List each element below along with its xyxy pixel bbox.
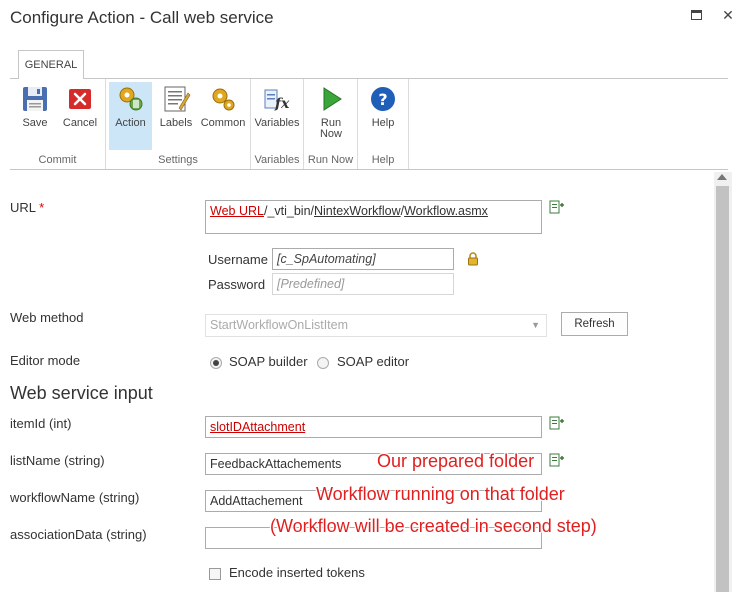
insert-reference-icon[interactable]	[549, 416, 565, 430]
cancel-icon	[65, 84, 95, 114]
ribbon-group-help: ? Help Help	[358, 79, 409, 169]
variables-group-label: Variables	[254, 154, 300, 166]
save-button[interactable]: Save	[16, 82, 54, 150]
item-id-label: itemId (int)	[10, 416, 72, 431]
password-label: Password	[208, 277, 266, 292]
url-field[interactable]: Web URL/_vti_bin/NintexWorkflow/Workflow…	[205, 200, 542, 234]
annotation-workflow-running: Workflow running on that folder	[316, 484, 565, 504]
help-icon: ?	[368, 84, 398, 114]
list-name-label: listName (string)	[10, 453, 105, 468]
help-button-label: Help	[371, 117, 395, 129]
scroll-up-arrow-icon[interactable]	[717, 174, 727, 180]
cancel-button-label: Cancel	[62, 117, 98, 129]
save-icon	[20, 84, 50, 114]
annotation-workflow-created: (Workflow will be created in second step…	[270, 516, 597, 536]
annotation-prepared-folder: Our prepared folder	[377, 451, 535, 471]
commit-group-label: Commit	[38, 154, 77, 166]
encode-tokens-checkbox[interactable]	[209, 568, 221, 580]
workflow-name-label: workflowName (string)	[10, 490, 140, 505]
insert-reference-icon[interactable]	[549, 453, 565, 467]
username-field[interactable]: [c_SpAutomating]	[272, 248, 454, 270]
item-id-field[interactable]: slotIDAttachment	[205, 416, 542, 438]
soap-builder-label: SOAP builder	[229, 354, 308, 369]
variables-button[interactable]: fx Variables	[254, 82, 300, 150]
common-button[interactable]: Common	[199, 82, 247, 150]
close-icon[interactable]: ✕	[721, 8, 732, 22]
soap-editor-label: SOAP editor	[337, 354, 410, 369]
web-method-select[interactable]: StartWorkflowOnListItem ▼	[205, 314, 547, 337]
labels-button-label: Labels	[159, 117, 193, 129]
action-button-label: Action	[115, 117, 146, 129]
item-id-token: slotIDAttachment	[210, 420, 306, 434]
maximize-icon[interactable]	[690, 8, 704, 22]
soap-builder-radio[interactable]	[210, 357, 222, 369]
ribbon: Save Cancel Commit Action Labels Common …	[10, 78, 728, 170]
help-group-label: Help	[371, 154, 395, 166]
url-label: URL *	[10, 200, 45, 215]
action-button[interactable]: Action	[109, 82, 152, 150]
help-button[interactable]: ? Help	[363, 82, 403, 150]
variables-fx-icon: fx	[262, 84, 292, 114]
association-data-label: associationData (string)	[10, 527, 147, 542]
ribbon-group-settings: Action Labels Common Settings	[106, 79, 251, 169]
run-now-label-2: Now	[319, 128, 342, 140]
svg-text:?: ?	[378, 90, 387, 109]
ribbon-group-variables: fx Variables Variables	[251, 79, 304, 169]
editor-mode-label: Editor mode	[10, 353, 81, 368]
labels-button[interactable]: Labels	[156, 82, 196, 150]
url-segment-nintex: NintexWorkflow	[314, 204, 401, 218]
play-icon	[316, 84, 346, 114]
soap-editor-radio[interactable]	[317, 357, 329, 369]
run-now-group-label: Run Now	[307, 154, 354, 166]
action-gear-icon	[116, 84, 146, 114]
lock-icon	[467, 252, 479, 269]
url-segment-asmx: Workflow.asmx	[404, 204, 488, 218]
save-button-label: Save	[22, 117, 48, 129]
variables-button-label: Variables	[254, 117, 300, 129]
chevron-down-icon: ▼	[531, 320, 540, 330]
settings-group-label: Settings	[158, 154, 198, 166]
encode-tokens-label: Encode inserted tokens	[229, 565, 365, 580]
cancel-button[interactable]: Cancel	[60, 82, 100, 150]
common-gear-icon	[208, 84, 238, 114]
ribbon-group-commit: Save Cancel Commit	[10, 79, 106, 169]
labels-icon	[161, 84, 191, 114]
scrollbar-thumb[interactable]	[716, 186, 729, 592]
tab-general[interactable]: GENERAL	[18, 50, 84, 79]
run-now-button[interactable]: Run Now	[311, 82, 351, 150]
ribbon-group-run-now: Run Now Run Now	[304, 79, 358, 169]
web-method-value: StartWorkflowOnListItem	[210, 318, 349, 332]
username-label: Username	[208, 252, 268, 267]
required-marker: *	[39, 200, 45, 215]
url-token-web-url: Web URL	[210, 204, 264, 218]
web-service-input-heading: Web service input	[10, 383, 153, 403]
url-segment-vti-bin: /_vti_bin/	[263, 204, 314, 218]
refresh-button[interactable]: Refresh	[561, 312, 628, 336]
password-field[interactable]: [Predefined]	[272, 273, 454, 295]
insert-reference-icon[interactable]	[549, 200, 565, 214]
dialog-title: Configure Action - Call web service	[10, 8, 274, 27]
svg-text:fx: fx	[274, 96, 290, 112]
web-method-label: Web method	[10, 310, 84, 325]
common-button-label: Common	[200, 117, 246, 129]
